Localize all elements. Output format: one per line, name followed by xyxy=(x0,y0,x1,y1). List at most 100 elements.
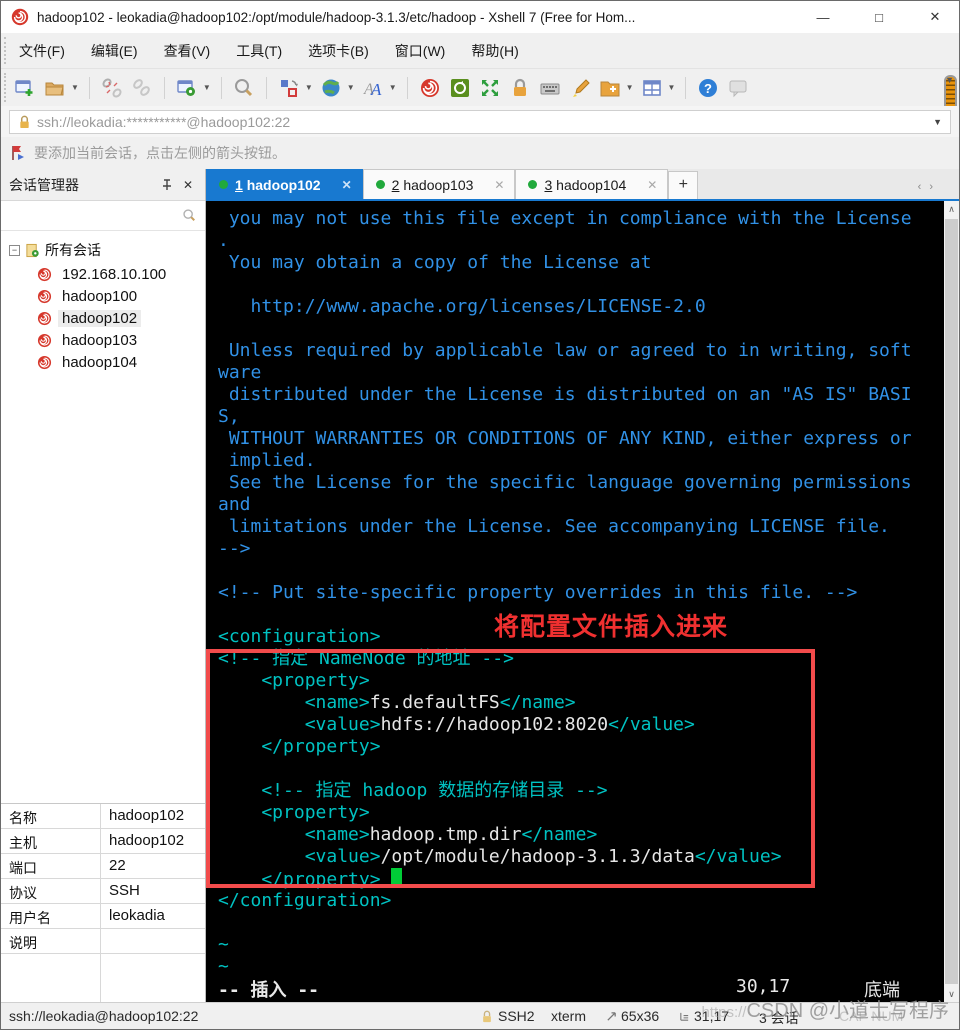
minimize-button[interactable]: — xyxy=(813,10,833,25)
open-session-dropdown-icon[interactable]: ▼ xyxy=(71,83,79,92)
xshell-session-icon xyxy=(37,355,52,369)
tile-windows-dropdown-icon[interactable]: ▼ xyxy=(668,83,676,92)
menu-help[interactable]: 帮助(H) xyxy=(471,41,518,61)
terminal-line: http://www.apache.org/licenses/LICENSE-2… xyxy=(218,296,706,317)
session-tree: − 所有会话 192.168.10.100 hadoop100 hadoop10… xyxy=(1,231,205,373)
highlight-pen-icon[interactable] xyxy=(568,76,592,100)
tab-hadoop103[interactable]: 2 hadoop103 ✕ xyxy=(362,169,516,199)
tree-expander-icon[interactable]: − xyxy=(9,244,20,256)
new-file-icon[interactable] xyxy=(598,76,622,100)
toolbar: ▼ ▼ ▼ ▼ AA ▼ ▼ ▼ ? xyxy=(1,69,959,133)
tab-strip: 1 hadoop102 ✕ 2 hadoop103 ✕ 3 hadoop104 … xyxy=(206,169,959,201)
tab-label: hadoop104 xyxy=(556,176,627,193)
find-icon[interactable] xyxy=(232,76,256,100)
connected-dot-icon xyxy=(528,180,538,189)
property-label: 协议 xyxy=(1,879,101,903)
keyboard-icon[interactable] xyxy=(538,76,562,100)
font-icon[interactable]: AA xyxy=(361,76,385,100)
open-session-icon[interactable] xyxy=(43,76,67,100)
panel-close-icon[interactable]: ✕ xyxy=(179,178,197,192)
menu-file[interactable]: 文件(F) xyxy=(19,41,65,61)
pin-icon[interactable] xyxy=(161,178,179,191)
session-properties-dropdown-icon[interactable]: ▼ xyxy=(203,83,211,92)
tab-hadoop102[interactable]: 1 hadoop102 ✕ xyxy=(206,169,363,199)
maximize-button[interactable]: □ xyxy=(869,10,889,25)
tab-close-icon[interactable]: ✕ xyxy=(494,178,504,192)
session-item[interactable]: hadoop103 xyxy=(1,329,205,351)
new-tab-button[interactable]: + xyxy=(668,171,699,199)
tab-hadoop104[interactable]: 3 hadoop104 ✕ xyxy=(515,169,669,199)
property-row: 用户名 leokadia xyxy=(1,904,205,929)
new-session-icon[interactable] xyxy=(13,76,37,100)
address-field[interactable]: ssh://leokadia:***********@hadoop102:22 … xyxy=(9,109,951,134)
session-item-selected[interactable]: hadoop102 xyxy=(1,307,205,329)
tab-close-icon[interactable]: ✕ xyxy=(342,178,352,192)
csdn-watermark: https://CSDN @小道士写程序 xyxy=(701,1000,949,1022)
menu-view[interactable]: 查看(V) xyxy=(164,41,211,61)
disconnect-icon[interactable] xyxy=(100,76,124,100)
terminal-line: WITHOUT WARRANTIES OR CONDITIONS OF ANY … xyxy=(218,428,912,449)
xshell-app-icon xyxy=(11,8,29,26)
toolbar-grip2 xyxy=(4,73,7,102)
tab-number: 1 xyxy=(235,176,243,193)
svg-text:A: A xyxy=(370,80,382,99)
session-label: hadoop103 xyxy=(62,331,138,349)
menu-tabs[interactable]: 选项卡(B) xyxy=(308,41,369,61)
terminal[interactable]: you may not use this file except in comp… xyxy=(206,201,944,1002)
property-label: 主机 xyxy=(1,829,101,853)
session-tree-root[interactable]: − 所有会话 xyxy=(1,237,205,263)
new-file-dropdown-icon[interactable]: ▼ xyxy=(626,83,634,92)
terminal-scrollbar[interactable]: ∧ ∨ xyxy=(944,201,959,1002)
close-button[interactable]: ✕ xyxy=(925,9,945,25)
terminal-line: ware xyxy=(218,362,262,383)
fullscreen-icon[interactable] xyxy=(478,76,502,100)
terminal-line: ~ xyxy=(218,934,229,955)
xshell-session-icon xyxy=(37,333,52,347)
proxy-globe-icon[interactable] xyxy=(319,76,343,100)
property-label: 名称 xyxy=(1,804,101,828)
session-item[interactable]: 192.168.10.100 xyxy=(1,263,205,285)
property-label: 说明 xyxy=(1,929,101,953)
transfer-layout-icon[interactable] xyxy=(277,76,301,100)
menu-window[interactable]: 窗口(W) xyxy=(395,41,446,61)
address-dropdown-icon[interactable]: ▼ xyxy=(933,117,942,127)
scroll-up-icon[interactable]: ∧ xyxy=(944,201,959,217)
xshell-session-icon xyxy=(37,267,52,281)
menu-tools[interactable]: 工具(T) xyxy=(236,41,282,61)
property-value xyxy=(101,929,205,953)
toolbar-overflow-icon[interactable]: ▼ xyxy=(945,75,954,85)
session-properties-icon[interactable] xyxy=(175,76,199,100)
session-item[interactable]: hadoop104 xyxy=(1,351,205,373)
toolbar-separator xyxy=(88,76,90,99)
menu-edit[interactable]: 编辑(E) xyxy=(91,41,138,61)
feedback-bubble-icon[interactable] xyxy=(726,76,750,100)
session-search-box[interactable] xyxy=(1,201,205,231)
tile-windows-icon[interactable] xyxy=(640,76,664,100)
lock-icon[interactable] xyxy=(508,76,532,100)
tab-scroll-arrows[interactable]: ‹› xyxy=(918,181,941,193)
reconnect-icon[interactable] xyxy=(130,76,154,100)
all-sessions-folder-icon xyxy=(26,243,39,257)
notice-text: 要添加当前会话，点击左侧的箭头按钮。 xyxy=(34,145,286,161)
add-session-flag-icon xyxy=(12,146,24,160)
scrollbar-thumb[interactable] xyxy=(945,219,958,984)
address-bar: ssh://leokadia:***********@hadoop102:22 … xyxy=(1,106,959,137)
proxy-globe-dropdown-icon[interactable]: ▼ xyxy=(347,83,355,92)
terminal-line: S, xyxy=(218,406,240,427)
xshell-logo-icon[interactable] xyxy=(418,76,442,100)
session-item[interactable]: hadoop100 xyxy=(1,285,205,307)
transfer-layout-dropdown-icon[interactable]: ▼ xyxy=(305,83,313,92)
property-row: 名称 hadoop102 xyxy=(1,804,205,829)
property-label: 端口 xyxy=(1,854,101,878)
tab-close-icon[interactable]: ✕ xyxy=(647,178,657,192)
terminal-line: Unless required by applicable law or agr… xyxy=(218,340,912,361)
property-value: hadoop102 xyxy=(109,807,185,824)
status-terminal-type[interactable]: xterm xyxy=(551,1008,586,1024)
terminal-line: . xyxy=(218,230,229,251)
xftp-logo-icon[interactable] xyxy=(448,76,472,100)
tab-label: hadoop102 xyxy=(246,176,321,193)
font-dropdown-icon[interactable]: ▼ xyxy=(389,83,397,92)
property-row: 主机 hadoop102 xyxy=(1,829,205,854)
session-label: hadoop100 xyxy=(62,287,138,305)
help-icon[interactable]: ? xyxy=(696,76,720,100)
